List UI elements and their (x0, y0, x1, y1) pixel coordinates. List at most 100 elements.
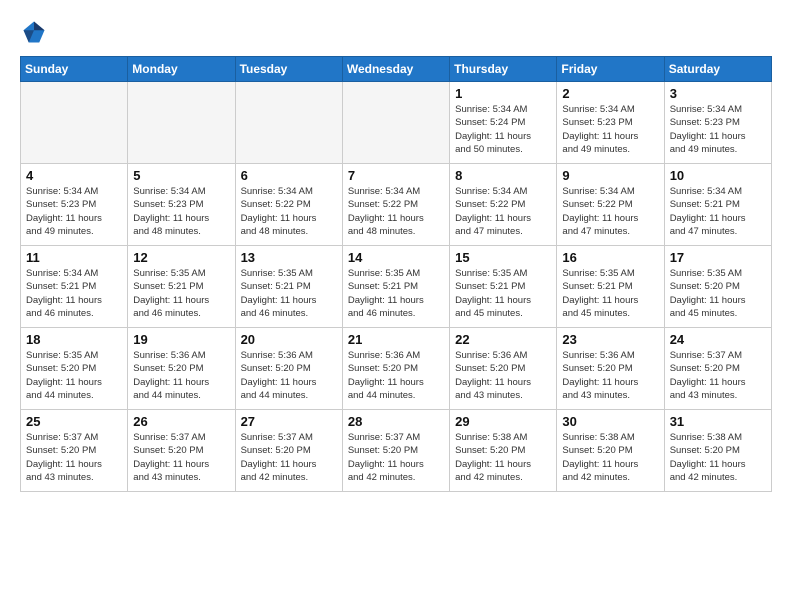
day-number: 12 (133, 250, 229, 265)
cell-info: Sunrise: 5:34 AMSunset: 5:22 PMDaylight:… (455, 185, 551, 238)
calendar-cell: 5Sunrise: 5:34 AMSunset: 5:23 PMDaylight… (128, 164, 235, 246)
cell-info: Sunrise: 5:34 AMSunset: 5:22 PMDaylight:… (348, 185, 444, 238)
cell-info: Sunrise: 5:34 AMSunset: 5:22 PMDaylight:… (241, 185, 337, 238)
calendar-cell: 15 Sunrise: 5:35 AMSunset: 5:21 PMDayligh… (450, 246, 557, 328)
calendar-cell: 12 Sunrise: 5:35 AMSunset: 5:21 PMDayligh… (128, 246, 235, 328)
calendar-cell: 23Sunrise: 5:36 AMSunset: 5:20 PMDayligh… (557, 328, 664, 410)
day-number: 11 (26, 250, 122, 265)
calendar-cell: 24 Sunrise: 5:37 AMSunset: 5:20 PMDayligh… (664, 328, 771, 410)
day-number: 25 (26, 414, 122, 429)
calendar-cell: 8 Sunrise: 5:34 AMSunset: 5:22 PMDaylight… (450, 164, 557, 246)
cell-info: Sunrise: 5:37 AMSunset: 5:20 PMDaylight:… (348, 431, 444, 484)
cell-info: Sunrise: 5:36 AMSunset: 5:20 PMDaylight:… (348, 349, 444, 402)
calendar-cell: 22 Sunrise: 5:36 AMSunset: 5:20 PMDayligh… (450, 328, 557, 410)
day-number: 6 (241, 168, 337, 183)
cell-info: Sunrise: 5:35 AMSunset: 5:21 PMDaylight:… (241, 267, 337, 320)
calendar-cell: 3 Sunrise: 5:34 AMSunset: 5:23 PMDaylight… (664, 82, 771, 164)
calendar-week-row: 4 Sunrise: 5:34 AMSunset: 5:23 PMDaylight… (21, 164, 772, 246)
day-number: 26 (133, 414, 229, 429)
calendar-cell: 17Sunrise: 5:35 AMSunset: 5:20 PMDayligh… (664, 246, 771, 328)
calendar-cell: 10 Sunrise: 5:34 AMSunset: 5:21 PMDayligh… (664, 164, 771, 246)
calendar-cell: 21 Sunrise: 5:36 AMSunset: 5:20 PMDayligh… (342, 328, 449, 410)
cell-info: Sunrise: 5:35 AMSunset: 5:20 PMDaylight:… (26, 349, 122, 402)
cell-info: Sunrise: 5:34 AMSunset: 5:22 PMDaylight:… (562, 185, 658, 238)
calendar-cell (21, 82, 128, 164)
weekday-header: Thursday (450, 57, 557, 82)
cell-info: Sunrise: 5:35 AMSunset: 5:21 PMDaylight:… (348, 267, 444, 320)
calendar-cell: 11 Sunrise: 5:34 AMSunset: 5:21 PMDayligh… (21, 246, 128, 328)
day-number: 31 (670, 414, 766, 429)
calendar-cell (128, 82, 235, 164)
header (20, 18, 772, 46)
calendar-cell: 4 Sunrise: 5:34 AMSunset: 5:23 PMDaylight… (21, 164, 128, 246)
weekday-header: Saturday (664, 57, 771, 82)
day-number: 19 (133, 332, 229, 347)
cell-info: Sunrise: 5:34 AMSunset: 5:23 PMDaylight:… (670, 103, 766, 156)
cell-info: Sunrise: 5:36 AMSunset: 5:20 PMDaylight:… (455, 349, 551, 402)
calendar-cell: 20 Sunrise: 5:36 AMSunset: 5:20 PMDayligh… (235, 328, 342, 410)
cell-info: Sunrise: 5:37 AMSunset: 5:20 PMDaylight:… (670, 349, 766, 402)
calendar-table: SundayMondayTuesdayWednesdayThursdayFrid… (20, 56, 772, 492)
day-number: 4 (26, 168, 122, 183)
day-number: 14 (348, 250, 444, 265)
calendar-week-row: 1 Sunrise: 5:34 AMSunset: 5:24 PMDaylight… (21, 82, 772, 164)
calendar-cell: 14 Sunrise: 5:35 AMSunset: 5:21 PMDayligh… (342, 246, 449, 328)
day-number: 17 (670, 250, 766, 265)
cell-info: Sunrise: 5:34 AMSunset: 5:21 PMDaylight:… (670, 185, 766, 238)
day-number: 29 (455, 414, 551, 429)
day-number: 23 (562, 332, 658, 347)
cell-info: Sunrise: 5:34 AMSunset: 5:23 PMDaylight:… (133, 185, 229, 238)
day-number: 15 (455, 250, 551, 265)
day-number: 30 (562, 414, 658, 429)
day-number: 22 (455, 332, 551, 347)
cell-info: Sunrise: 5:35 AMSunset: 5:21 PMDaylight:… (562, 267, 658, 320)
calendar-cell: 2 Sunrise: 5:34 AMSunset: 5:23 PMDaylight… (557, 82, 664, 164)
day-number: 10 (670, 168, 766, 183)
weekday-header: Wednesday (342, 57, 449, 82)
calendar-cell: 18 Sunrise: 5:35 AMSunset: 5:20 PMDayligh… (21, 328, 128, 410)
calendar-cell: 9 Sunrise: 5:34 AMSunset: 5:22 PMDaylight… (557, 164, 664, 246)
calendar-cell: 6 Sunrise: 5:34 AMSunset: 5:22 PMDaylight… (235, 164, 342, 246)
logo-icon (20, 18, 48, 46)
day-number: 9 (562, 168, 658, 183)
cell-info: Sunrise: 5:34 AMSunset: 5:23 PMDaylight:… (562, 103, 658, 156)
day-number: 16 (562, 250, 658, 265)
weekday-header: Monday (128, 57, 235, 82)
cell-info: Sunrise: 5:34 AMSunset: 5:24 PMDaylight:… (455, 103, 551, 156)
page: SundayMondayTuesdayWednesdayThursdayFrid… (0, 0, 792, 612)
cell-info: Sunrise: 5:36 AMSunset: 5:20 PMDaylight:… (241, 349, 337, 402)
logo (20, 18, 52, 46)
cell-info: Sunrise: 5:34 AMSunset: 5:23 PMDaylight:… (26, 185, 122, 238)
day-number: 24 (670, 332, 766, 347)
day-number: 20 (241, 332, 337, 347)
weekday-header: Tuesday (235, 57, 342, 82)
cell-info: Sunrise: 5:36 AMSunset: 5:20 PMDaylight:… (133, 349, 229, 402)
calendar-week-row: 18 Sunrise: 5:35 AMSunset: 5:20 PMDayligh… (21, 328, 772, 410)
cell-info: Sunrise: 5:34 AMSunset: 5:21 PMDaylight:… (26, 267, 122, 320)
day-number: 3 (670, 86, 766, 101)
day-number: 13 (241, 250, 337, 265)
day-number: 2 (562, 86, 658, 101)
calendar-cell: 7Sunrise: 5:34 AMSunset: 5:22 PMDaylight… (342, 164, 449, 246)
calendar-header-row: SundayMondayTuesdayWednesdayThursdayFrid… (21, 57, 772, 82)
day-number: 27 (241, 414, 337, 429)
calendar-cell: 31 Sunrise: 5:38 AMSunset: 5:20 PMDayligh… (664, 410, 771, 492)
cell-info: Sunrise: 5:38 AMSunset: 5:20 PMDaylight:… (670, 431, 766, 484)
cell-info: Sunrise: 5:35 AMSunset: 5:21 PMDaylight:… (133, 267, 229, 320)
day-number: 21 (348, 332, 444, 347)
calendar-cell (342, 82, 449, 164)
calendar-cell: 25Sunrise: 5:37 AMSunset: 5:20 PMDayligh… (21, 410, 128, 492)
day-number: 1 (455, 86, 551, 101)
weekday-header: Friday (557, 57, 664, 82)
day-number: 8 (455, 168, 551, 183)
cell-info: Sunrise: 5:38 AMSunset: 5:20 PMDaylight:… (455, 431, 551, 484)
cell-info: Sunrise: 5:35 AMSunset: 5:21 PMDaylight:… (455, 267, 551, 320)
calendar-cell: 27Sunrise: 5:37 AMSunset: 5:20 PMDayligh… (235, 410, 342, 492)
cell-info: Sunrise: 5:38 AMSunset: 5:20 PMDaylight:… (562, 431, 658, 484)
calendar-week-row: 25 Sunrise: 5:37 AMSunset: 5:20 PMDayligh… (21, 410, 772, 492)
calendar-cell: 28Sunrise: 5:37 AMSunset: 5:20 PMDayligh… (342, 410, 449, 492)
calendar-cell: 19 Sunrise: 5:36 AMSunset: 5:20 PMDayligh… (128, 328, 235, 410)
calendar-cell: 26Sunrise: 5:37 AMSunset: 5:20 PMDayligh… (128, 410, 235, 492)
day-number: 18 (26, 332, 122, 347)
calendar-cell: 29 Sunrise: 5:38 AMSunset: 5:20 PMDayligh… (450, 410, 557, 492)
